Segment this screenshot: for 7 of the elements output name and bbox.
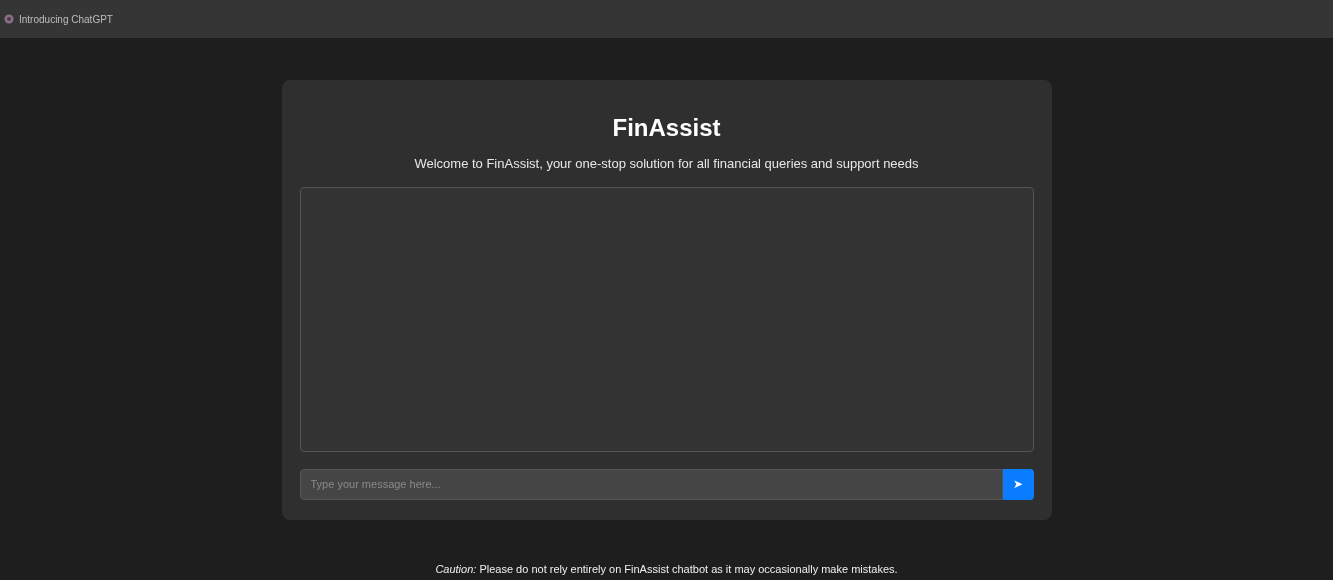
app-subtitle: Welcome to FinAssist, your one-stop solution for all financial queries and support needs (413, 155, 920, 173)
message-input[interactable]: Type your message here... (299, 468, 1003, 500)
send-button[interactable]: ➤ (1002, 468, 1034, 500)
tab-title[interactable]: Introducing ChatGPT (19, 11, 113, 27)
app-title: FinAssist (611, 114, 722, 142)
caution-note: Caution: Please do not rely entirely on FinAssist chatbot as it may occasionally make mistakes. (435, 562, 898, 577)
logo-icon (4, 14, 14, 24)
